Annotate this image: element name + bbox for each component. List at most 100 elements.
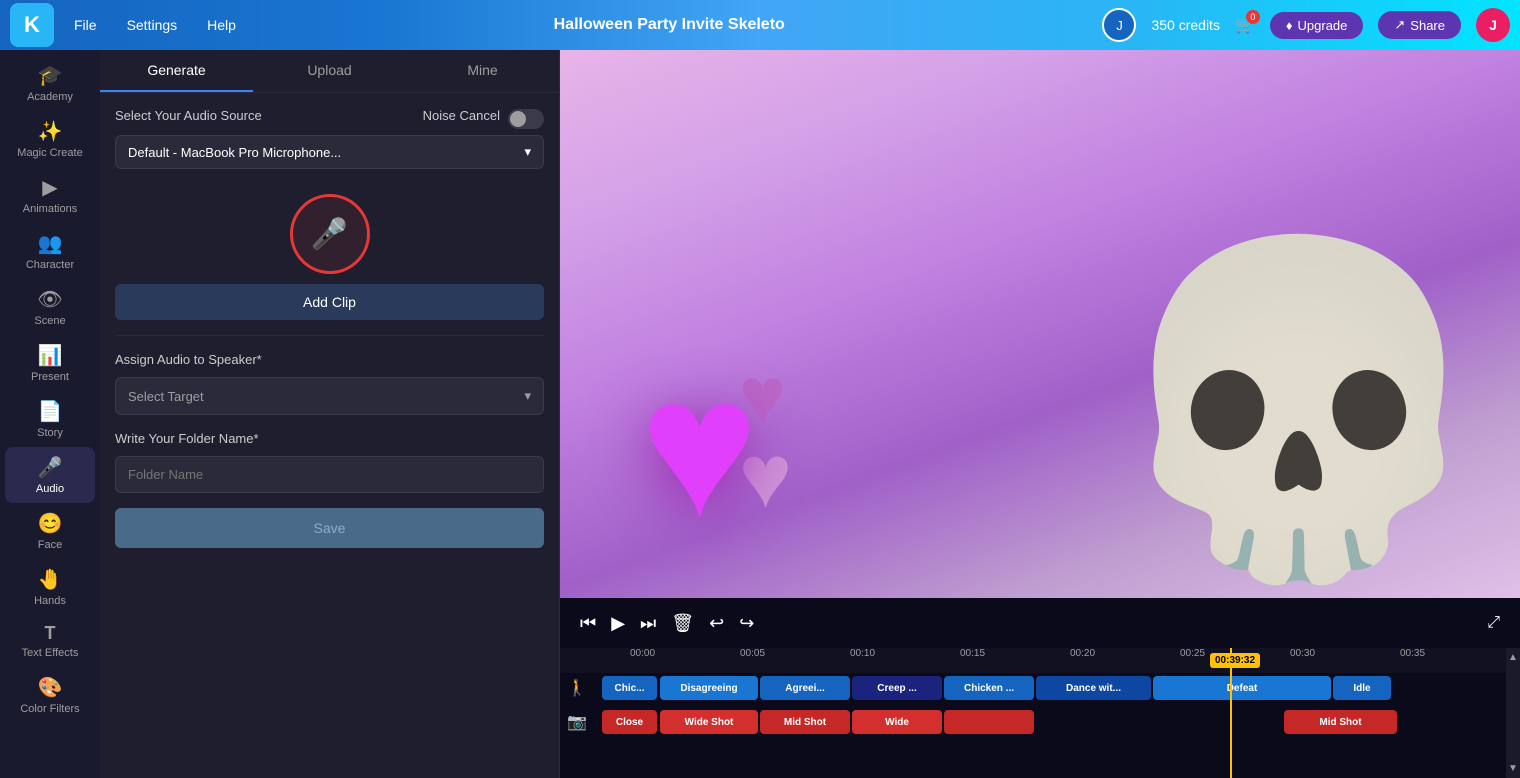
skip-to-end-button[interactable]: ⏭ (640, 613, 656, 634)
sidebar-item-character[interactable]: 👥 Character (5, 223, 95, 279)
delete-button[interactable]: 🗑 (671, 613, 694, 634)
main-area: 🎓 Academy ✨ Magic Create ▶ Animations 👥 … (0, 50, 1520, 778)
panel-body: Select Your Audio Source Noise Cancel De… (100, 93, 559, 563)
scroll-up-icon[interactable]: ▲ (1508, 652, 1518, 663)
sidebar-item-story[interactable]: 📄 Story (5, 391, 95, 447)
sidebar-label-color-filters: Color Filters (20, 703, 79, 715)
color-filters-icon: 🎨 (38, 675, 63, 700)
seg-defeat[interactable]: Defeat (1153, 676, 1331, 700)
sidebar-item-animations[interactable]: ▶ Animations (5, 167, 95, 223)
play-pause-button[interactable]: ▶ (611, 613, 625, 634)
assign-speaker-label: Assign Audio to Speaker* (115, 352, 262, 367)
playhead[interactable]: 00:39:32 (1230, 648, 1232, 778)
sidebar: 🎓 Academy ✨ Magic Create ▶ Animations 👥 … (0, 50, 100, 778)
story-icon: 📄 (38, 399, 63, 424)
redo-icon: ↪ (739, 613, 754, 633)
track-1-icon: 🚶 (567, 678, 587, 698)
timeline-ruler: 00:00 00:05 00:10 00:15 00:20 00:25 00:3… (560, 648, 1520, 673)
folder-name-label: Write Your Folder Name* (115, 431, 259, 446)
seg-wide[interactable]: Wide (852, 710, 942, 734)
seg-agreeing[interactable]: Agreei... (760, 676, 850, 700)
undo-icon: ↩ (709, 613, 724, 633)
user-avatar-right[interactable]: J (1476, 8, 1510, 42)
sidebar-item-face[interactable]: 😊 Face (5, 503, 95, 559)
sidebar-item-present[interactable]: 📊 Present (5, 335, 95, 391)
sidebar-label-audio: Audio (36, 483, 64, 495)
tab-mine[interactable]: Mine (406, 50, 559, 92)
panel-tabs: Generate Upload Mine (100, 50, 559, 93)
nav-menu: File Settings Help (74, 17, 236, 33)
logo-text: K (24, 12, 40, 38)
scroll-down-icon[interactable]: ▼ (1508, 763, 1518, 774)
mic-button[interactable]: 🎤 (290, 194, 370, 274)
nav-file[interactable]: File (74, 17, 97, 33)
seg-idle[interactable]: Idle (1333, 676, 1391, 700)
nav-help[interactable]: Help (207, 17, 236, 33)
track-1: 🚶 Chic... Disagreeing Agreei... Creep ..… (602, 673, 1520, 703)
mark-0030: 00:30 (1290, 648, 1315, 659)
sidebar-label-academy: Academy (27, 91, 73, 103)
expand-button[interactable]: ⤢ (1487, 614, 1500, 632)
mark-0005: 00:05 (740, 648, 765, 659)
delete-icon: 🗑 (671, 613, 694, 633)
redo-button[interactable]: ↪ (739, 613, 754, 634)
magic-create-icon: ✨ (38, 119, 63, 144)
nav-settings[interactable]: Settings (127, 17, 178, 33)
seg-disagreeing[interactable]: Disagreeing (660, 676, 758, 700)
skeleton-icon: 💀 (1099, 223, 1497, 598)
tab-generate[interactable]: Generate (100, 50, 253, 92)
seg-wide-shot[interactable]: Wide Shot (660, 710, 758, 734)
navbar: K File Settings Help Halloween Party Inv… (0, 0, 1520, 50)
seg-mid-shot[interactable]: Mid Shot (760, 710, 850, 734)
folder-name-input[interactable] (115, 456, 544, 493)
audio-panel: Generate Upload Mine Select Your Audio S… (100, 50, 560, 778)
sidebar-item-color-filters[interactable]: 🎨 Color Filters (5, 667, 95, 723)
audio-source-dropdown[interactable]: Default - MacBook Pro Microphone... ▾ (115, 135, 544, 169)
animations-icon: ▶ (42, 175, 57, 200)
select-target-dropdown[interactable]: Select Target ▾ (115, 377, 544, 415)
skeleton-figure: 💀 (1097, 50, 1500, 598)
noise-cancel-toggle[interactable] (508, 109, 544, 129)
sidebar-item-text-effects[interactable]: T Text Effects (5, 615, 95, 667)
track-2-icon: 📷 (567, 712, 587, 732)
character-icon: 👥 (38, 231, 63, 256)
share-button[interactable]: ↗ Share (1378, 11, 1461, 39)
save-button[interactable]: Save (115, 508, 544, 548)
seg-chicken[interactable]: Chicken ... (944, 676, 1034, 700)
sidebar-item-scene[interactable]: 👁 Scene (5, 279, 95, 335)
sidebar-item-academy[interactable]: 🎓 Academy (5, 55, 95, 111)
scene-icon: 👁 (37, 287, 62, 312)
credits-display: 350 credits (1151, 17, 1219, 33)
undo-button[interactable]: ↩ (709, 613, 724, 634)
upgrade-button[interactable]: ♦ Upgrade (1270, 12, 1364, 39)
target-chevron-icon: ▾ (524, 388, 531, 404)
expand-icon: ⤢ (1487, 614, 1500, 631)
seg-creep[interactable]: Creep ... (852, 676, 942, 700)
current-time-badge: 00:39:32 (1210, 653, 1260, 668)
seg-close[interactable]: Close (602, 710, 657, 734)
seg-chic[interactable]: Chic... (602, 676, 657, 700)
folder-name-section: Write Your Folder Name* (115, 430, 544, 493)
sidebar-item-magic-create[interactable]: ✨ Magic Create (5, 111, 95, 167)
playback-controls: ⏮ ▶ ⏭ 🗑 ↩ ↪ ⤢ (560, 598, 1520, 648)
sidebar-item-audio[interactable]: 🎤 Audio (5, 447, 95, 503)
mark-0025: 00:25 (1180, 648, 1205, 659)
cart-icon-wrap[interactable]: 🛒 0 (1235, 15, 1255, 35)
user-avatar-left[interactable]: J (1102, 8, 1136, 42)
audio-source-section: Select Your Audio Source Noise Cancel De… (115, 108, 544, 169)
seg-mid-shot2[interactable]: Mid Shot (1284, 710, 1397, 734)
navbar-right: J 350 credits 🛒 0 ♦ Upgrade ↗ Share J (1102, 8, 1510, 42)
video-area: ♥ ♥ ♥ 💀 ⏮ ▶ ⏭ 🗑 (560, 50, 1520, 778)
seg-dance[interactable]: Dance wit... (1036, 676, 1151, 700)
sidebar-label-present: Present (31, 371, 69, 383)
hearts-group: ♥ ♥ ♥ (640, 358, 792, 538)
upgrade-icon: ♦ (1286, 18, 1293, 33)
skip-to-start-button[interactable]: ⏮ (580, 613, 596, 634)
timeline-scrollbar[interactable]: ▲ ▼ (1506, 648, 1520, 778)
skip-to-end-icon: ⏭ (640, 613, 656, 633)
tab-upload[interactable]: Upload (253, 50, 406, 92)
sidebar-item-hands[interactable]: 🤚 Hands (5, 559, 95, 615)
seg-empty[interactable] (944, 710, 1034, 734)
add-clip-button[interactable]: Add Clip (115, 284, 544, 320)
assign-speaker-section: Assign Audio to Speaker* Select Target ▾ (115, 351, 544, 415)
